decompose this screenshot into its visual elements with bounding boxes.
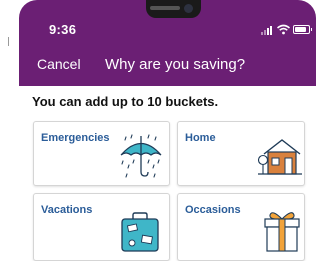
bucket-label: Occasions [185,204,241,216]
signal-icon [261,25,275,35]
status-time: 9:36 [49,22,77,37]
bucket-tile-emergencies[interactable]: Emergencies [33,121,170,186]
umbrella-rain-icon [120,134,162,178]
bucket-tile-occasions[interactable]: Occasions [177,193,305,261]
camera-icon [184,4,193,13]
app-header: 9:36 Cancel Why are you saving? [19,0,316,86]
bucket-tile-vacations[interactable]: Vacations [33,193,170,261]
speaker-grille [150,6,180,10]
battery-icon [293,25,312,34]
page-title: Why are you saving? [105,56,246,73]
bucket-label: Home [185,132,216,144]
bucket-limit-text: You can add up to 10 buckets. [32,94,219,109]
suitcase-icon [121,212,159,252]
notch [146,0,201,18]
bucket-tile-home[interactable]: Home [177,121,305,186]
house-icon [258,139,302,175]
margin-mark [8,37,9,46]
wifi-icon [277,24,290,35]
gift-icon [264,212,300,252]
bucket-label: Emergencies [41,132,110,144]
phone-screen: 9:36 Cancel Why are you saving? You can … [19,0,316,261]
bucket-label: Vacations [41,204,93,216]
cancel-button[interactable]: Cancel [37,56,81,72]
